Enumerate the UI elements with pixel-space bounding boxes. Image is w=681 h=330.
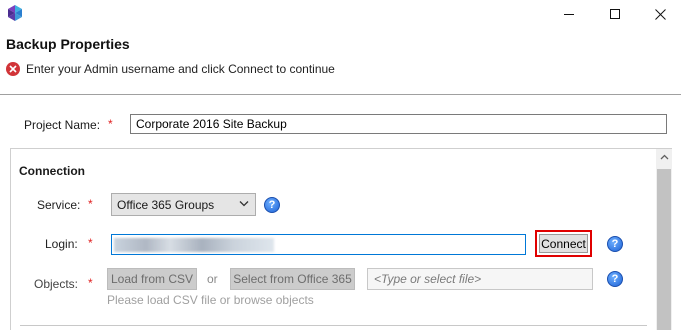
minimize-icon bbox=[563, 13, 574, 15]
service-dropdown[interactable]: Office 365 Groups bbox=[111, 193, 256, 216]
service-selected-value: Office 365 Groups bbox=[117, 197, 215, 212]
vertical-scrollbar[interactable] bbox=[656, 149, 672, 330]
required-marker: * bbox=[88, 197, 93, 211]
error-message-row: Enter your Admin username and click Conn… bbox=[6, 61, 335, 77]
chevron-up-icon bbox=[660, 154, 668, 160]
service-label: Service: bbox=[37, 198, 81, 212]
required-marker: * bbox=[88, 236, 93, 250]
section-divider bbox=[20, 325, 647, 326]
project-name-label: Project Name: bbox=[24, 118, 101, 132]
dialog-title: Backup Properties bbox=[6, 36, 130, 52]
minimize-button[interactable] bbox=[546, 0, 592, 28]
select-from-office365-button[interactable]: Select from Office 365 bbox=[230, 268, 355, 290]
help-icon[interactable]: ? bbox=[607, 236, 623, 252]
redacted-username bbox=[114, 238, 274, 252]
error-message: Enter your Admin username and click Conn… bbox=[26, 62, 335, 76]
connection-section-title: Connection bbox=[19, 164, 85, 178]
title-bar bbox=[0, 0, 681, 28]
objects-file-input[interactable]: <Type or select file> bbox=[367, 268, 593, 290]
error-icon bbox=[6, 62, 20, 76]
login-label: Login: bbox=[45, 237, 78, 251]
chevron-down-icon bbox=[239, 201, 249, 207]
login-input[interactable] bbox=[111, 234, 526, 255]
or-separator: or bbox=[207, 272, 218, 286]
maximize-button[interactable] bbox=[592, 0, 638, 28]
maximize-icon bbox=[609, 8, 620, 19]
help-icon[interactable]: ? bbox=[607, 271, 623, 287]
project-name-input[interactable] bbox=[130, 114, 667, 134]
app-logo-icon bbox=[6, 4, 24, 22]
required-marker: * bbox=[88, 276, 93, 290]
help-icon[interactable]: ? bbox=[264, 197, 280, 213]
objects-hint: Please load CSV file or browse objects bbox=[107, 293, 314, 307]
scroll-thumb[interactable] bbox=[657, 169, 671, 330]
required-marker: * bbox=[108, 117, 113, 131]
header-divider bbox=[0, 94, 681, 95]
scroll-up-button[interactable] bbox=[656, 149, 672, 165]
close-button[interactable] bbox=[637, 0, 681, 28]
connect-button-label: Connect bbox=[539, 234, 588, 253]
objects-label: Objects: bbox=[34, 277, 79, 291]
connect-button[interactable]: Connect bbox=[535, 230, 592, 257]
close-icon bbox=[654, 8, 666, 20]
load-from-csv-button[interactable]: Load from CSV bbox=[107, 268, 197, 290]
